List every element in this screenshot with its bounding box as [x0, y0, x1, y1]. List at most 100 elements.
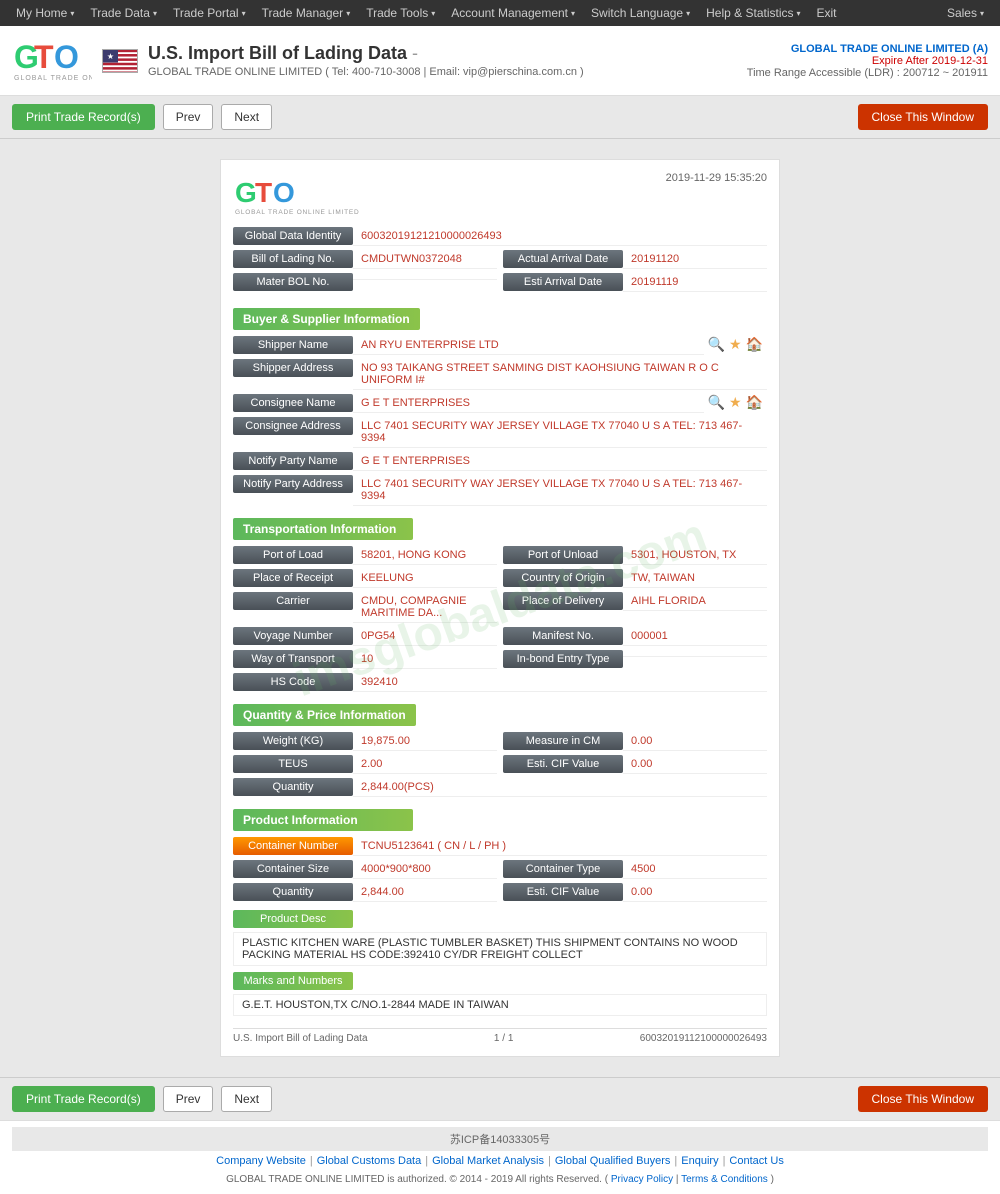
- nav-trade-manager[interactable]: Trade Manager ▾: [254, 0, 359, 26]
- container-number-value: TCNU5123641 ( CN / L / PH ): [353, 837, 767, 856]
- footer-privacy-policy[interactable]: Privacy Policy: [611, 1174, 673, 1185]
- inbond-entry-row: In-bond Entry Type: [503, 650, 767, 668]
- chevron-down-icon: ▾: [431, 9, 435, 18]
- notify-party-name-value: G E T ENTERPRISES: [353, 452, 767, 471]
- product-desc-value: PLASTIC KITCHEN WARE (PLASTIC TUMBLER BA…: [233, 932, 767, 966]
- nav-trade-tools[interactable]: Trade Tools ▾: [358, 0, 443, 26]
- star-icon[interactable]: ★: [729, 336, 742, 353]
- search-icon[interactable]: 🔍: [708, 394, 725, 411]
- transportation-section: Transportation Information Port of Load …: [233, 518, 767, 692]
- footer-enquiry[interactable]: Enquiry: [681, 1155, 718, 1167]
- footer-terms[interactable]: Terms & Conditions: [681, 1174, 768, 1185]
- weight-value: 19,875.00: [353, 732, 497, 751]
- master-bol-value: [353, 273, 497, 280]
- chevron-down-icon: ▾: [153, 9, 157, 18]
- carrier-value: CMDU, COMPAGNIE MARITIME DA...: [353, 592, 497, 623]
- container-size-row: Container Size 4000*900*800: [233, 860, 497, 879]
- expire-date: Expire After 2019-12-31: [747, 55, 988, 67]
- page-title: U.S. Import Bill of Lading Data -: [148, 43, 747, 64]
- nav-trade-data[interactable]: Trade Data ▾: [82, 0, 165, 26]
- container-size-type-row: Container Size 4000*900*800 Container Ty…: [233, 860, 767, 883]
- port-of-unload-value: 5301, HOUSTON, TX: [623, 546, 767, 565]
- print-button-bottom[interactable]: Print Trade Record(s): [12, 1086, 155, 1112]
- hs-code-value: 392410: [353, 673, 767, 692]
- nav-my-home[interactable]: My Home ▾: [8, 0, 82, 26]
- print-button-top[interactable]: Print Trade Record(s): [12, 104, 155, 130]
- footer-global-market[interactable]: Global Market Analysis: [432, 1155, 544, 1167]
- svg-text:O: O: [273, 177, 295, 208]
- global-data-identity-value: 60032019121210000026493: [353, 227, 767, 246]
- header-title-area: U.S. Import Bill of Lading Data - GLOBAL…: [138, 43, 747, 78]
- footer-global-customs[interactable]: Global Customs Data: [317, 1155, 422, 1167]
- close-button-top[interactable]: Close This Window: [858, 104, 988, 130]
- inbond-entry-value: [623, 650, 767, 657]
- buyer-supplier-section: Buyer & Supplier Information Shipper Nam…: [233, 308, 767, 506]
- nav-sales[interactable]: Sales ▾: [939, 0, 992, 26]
- product-desc-area: Product Desc PLASTIC KITCHEN WARE (PLAST…: [233, 910, 767, 966]
- transport-inbond-row: Way of Transport 10 In-bond Entry Type: [233, 650, 767, 673]
- actual-arrival-row: Actual Arrival Date 20191120: [503, 250, 767, 269]
- manifest-no-label: Manifest No.: [503, 627, 623, 645]
- esti-arrival-value: 20191119: [623, 273, 767, 292]
- notify-party-address-value: LLC 7401 SECURITY WAY JERSEY VILLAGE TX …: [353, 475, 767, 506]
- account-name: GLOBAL TRADE ONLINE LIMITED (A): [747, 43, 988, 55]
- home-icon[interactable]: 🏠: [746, 394, 763, 411]
- close-button-bottom[interactable]: Close This Window: [858, 1086, 988, 1112]
- container-type-row: Container Type 4500: [503, 860, 767, 879]
- timestamp: 2019-11-29 15:35:20: [666, 172, 767, 184]
- nav-exit[interactable]: Exit: [809, 0, 845, 26]
- port-of-load-value: 58201, HONG KONG: [353, 546, 497, 565]
- measure-label: Measure in CM: [503, 732, 623, 750]
- prev-button-top[interactable]: Prev: [163, 104, 214, 130]
- shipper-name-row: Shipper Name AN RYU ENTERPRISE LTD 🔍 ★ 🏠: [233, 336, 767, 355]
- footer-contact-us[interactable]: Contact Us: [729, 1155, 783, 1167]
- page-header: G T O GLOBAL TRADE ONLINE LIMITED ★ U.S.…: [0, 26, 1000, 96]
- port-of-load-label: Port of Load: [233, 546, 353, 564]
- content-footer-left: U.S. Import Bill of Lading Data: [233, 1033, 368, 1044]
- prod-qty-cif-row: Quantity 2,844.00 Esti. CIF Value 0.00: [233, 883, 767, 906]
- global-data-identity-label: Global Data Identity: [233, 227, 353, 245]
- svg-text:★: ★: [107, 52, 114, 61]
- chevron-down-icon: ▾: [242, 9, 246, 18]
- place-country-row: Place of Receipt KEELUNG Country of Orig…: [233, 569, 767, 592]
- weight-row: Weight (KG) 19,875.00: [233, 732, 497, 751]
- container-size-value: 4000*900*800: [353, 860, 497, 879]
- marks-numbers-value: G.E.T. HOUSTON,TX C/NO.1-2844 MADE IN TA…: [233, 994, 767, 1016]
- consignee-name-label: Consignee Name: [233, 394, 353, 412]
- prev-button-bottom[interactable]: Prev: [163, 1086, 214, 1112]
- voyage-number-row: Voyage Number 0PG54: [233, 627, 497, 646]
- marks-numbers-area: Marks and Numbers G.E.T. HOUSTON,TX C/NO…: [233, 972, 767, 1016]
- company-info: GLOBAL TRADE ONLINE LIMITED ( Tel: 400-7…: [148, 66, 747, 78]
- master-bol-label: Mater BOL No.: [233, 273, 353, 291]
- container-size-label: Container Size: [233, 860, 353, 878]
- esti-cif-value: 0.00: [623, 755, 767, 774]
- content-footer: U.S. Import Bill of Lading Data 1 / 1 60…: [233, 1028, 767, 1044]
- svg-text:G: G: [235, 177, 257, 208]
- footer-company-website[interactable]: Company Website: [216, 1155, 306, 1167]
- nav-trade-portal[interactable]: Trade Portal ▾: [165, 0, 254, 26]
- search-icon[interactable]: 🔍: [708, 336, 725, 353]
- footer-links: Company Website | Global Customs Data | …: [12, 1151, 988, 1171]
- prod-qty-row: Quantity 2,844.00: [233, 883, 497, 902]
- nav-help-statistics[interactable]: Help & Statistics ▾: [698, 0, 808, 26]
- nav-switch-language[interactable]: Switch Language ▾: [583, 0, 698, 26]
- port-of-unload-row: Port of Unload 5301, HOUSTON, TX: [503, 546, 767, 565]
- bill-of-lading-value: CMDUTWN0372048: [353, 250, 497, 269]
- home-icon[interactable]: 🏠: [746, 336, 763, 353]
- star-icon[interactable]: ★: [729, 394, 742, 411]
- shipper-name-icons: 🔍 ★ 🏠: [704, 336, 767, 353]
- svg-text:T: T: [255, 177, 272, 208]
- product-info-title: Product Information: [233, 809, 413, 831]
- next-button-bottom[interactable]: Next: [221, 1086, 272, 1112]
- nav-account-management[interactable]: Account Management ▾: [443, 0, 583, 26]
- chevron-down-icon: ▾: [686, 9, 690, 18]
- shipper-name-value: AN RYU ENTERPRISE LTD: [353, 336, 704, 355]
- qty-value: 2,844.00(PCS): [353, 778, 767, 797]
- place-of-delivery-row: Place of Delivery AIHL FLORIDA: [503, 592, 767, 611]
- esti-cif-label: Esti. CIF Value: [503, 755, 623, 773]
- main-content: imsglobaldata.com G T O GLOBAL TRADE ONL…: [220, 159, 780, 1057]
- next-button-top[interactable]: Next: [221, 104, 272, 130]
- footer-global-qualified[interactable]: Global Qualified Buyers: [555, 1155, 671, 1167]
- consignee-name-icons: 🔍 ★ 🏠: [704, 394, 767, 411]
- container-type-value: 4500: [623, 860, 767, 879]
